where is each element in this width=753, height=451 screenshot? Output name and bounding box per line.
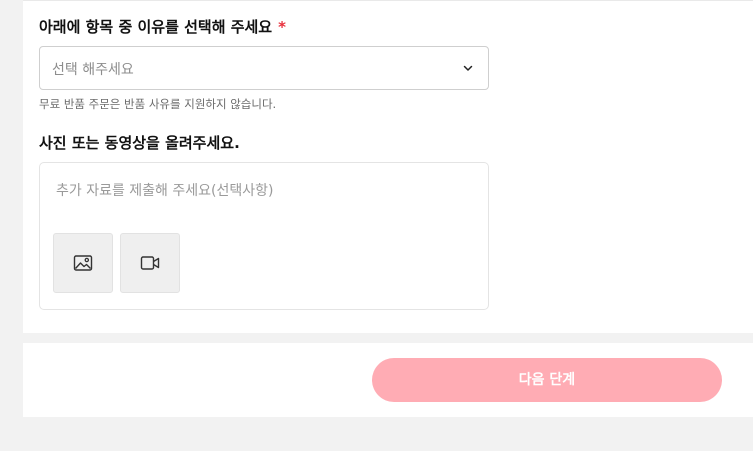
reason-select[interactable]: 선택 해주세요 <box>39 46 489 90</box>
chevron-down-icon <box>463 65 473 71</box>
image-icon <box>73 255 93 271</box>
media-upload-box[interactable]: 추가 자료를 제출해 주세요(선택사항) <box>39 162 489 310</box>
divider <box>23 0 753 1</box>
return-reason-card: 아래에 항목 중 이유를 선택해 주세요 * 선택 해주세요 무료 반품 주문은 … <box>23 0 753 333</box>
reason-select-placeholder: 선택 해주세요 <box>52 62 134 78</box>
reason-label: 아래에 항목 중 이유를 선택해 주세요 * <box>39 16 286 37</box>
next-step-button[interactable]: 다음 단계 <box>372 358 722 402</box>
footer-bar: 다음 단계 <box>23 343 753 417</box>
reason-helper-text: 무료 반품 주문은 반품 사유를 지원하지 않습니다. <box>39 97 277 111</box>
media-textarea-placeholder[interactable]: 추가 자료를 제출해 주세요(선택사항) <box>56 180 273 200</box>
media-label: 사진 또는 동영상을 올려주세요. <box>39 134 240 152</box>
reason-label-text: 아래에 항목 중 이유를 선택해 주세요 <box>39 18 273 36</box>
add-video-button[interactable] <box>120 233 180 293</box>
video-icon <box>140 256 160 270</box>
required-mark: * <box>278 18 286 36</box>
add-photo-button[interactable] <box>53 233 113 293</box>
